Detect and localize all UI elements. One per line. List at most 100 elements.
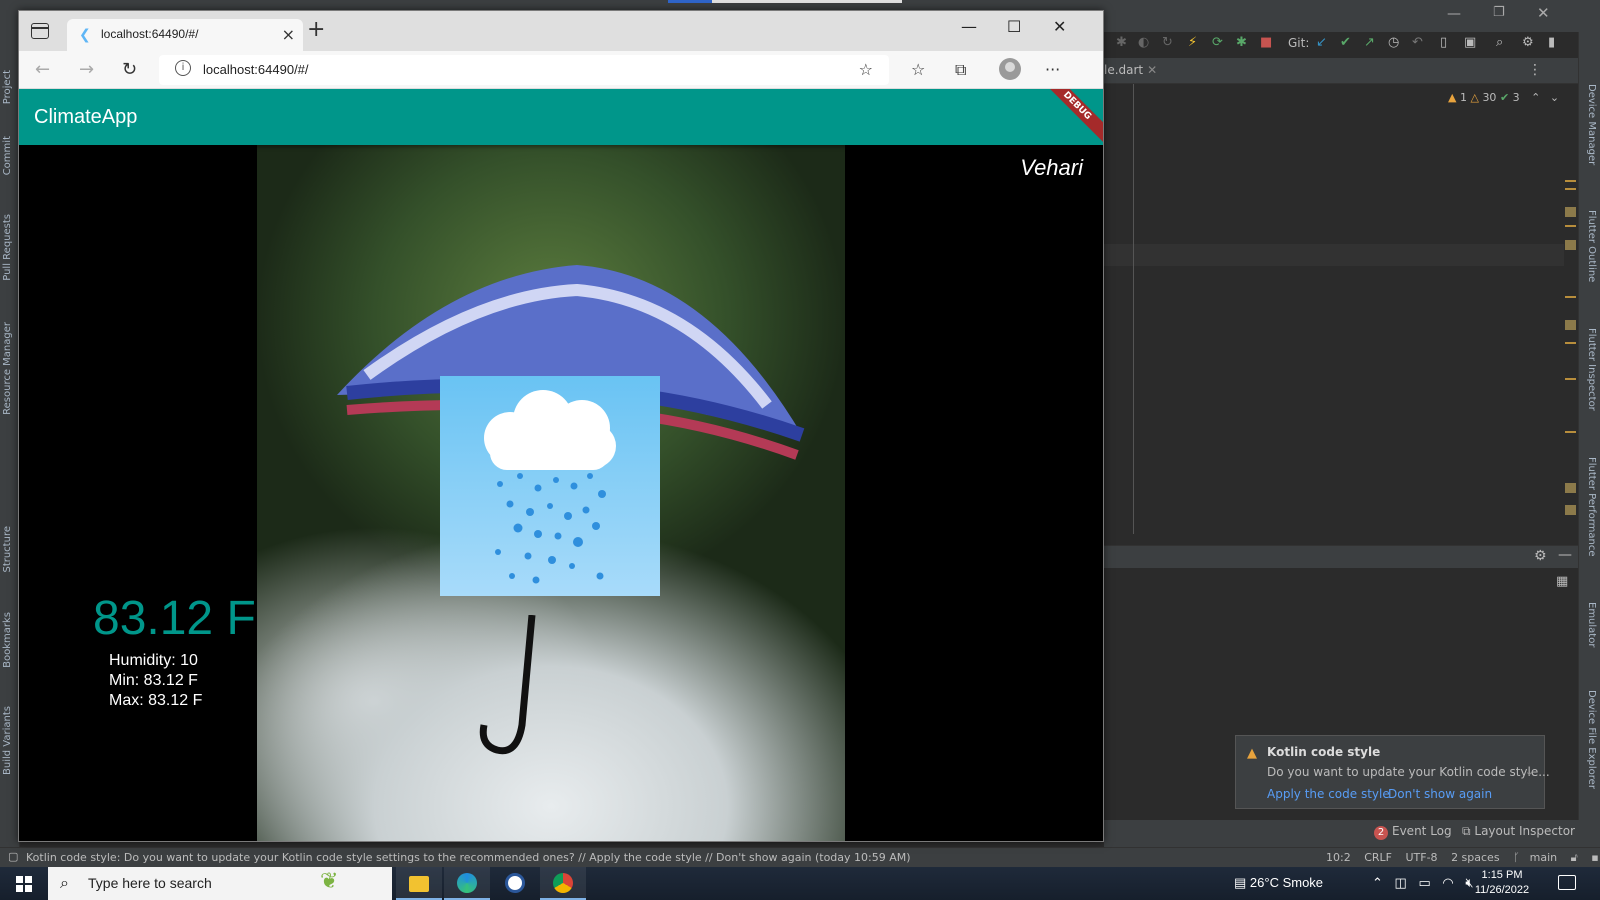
minimize-icon[interactable]: — [961, 17, 977, 36]
tab-actions-icon[interactable] [31, 23, 49, 39]
chrome-app[interactable] [540, 867, 586, 900]
maximize-icon[interactable]: ☐ [1007, 17, 1021, 36]
search-everywhere-icon[interactable]: ⌕ [1496, 35, 1503, 51]
git-branch[interactable]: main [1530, 851, 1557, 864]
caret-position[interactable]: 10:2 [1326, 851, 1351, 864]
hide-panel-icon[interactable]: — [1558, 547, 1572, 563]
tool-tab-structure[interactable]: Structure [2, 526, 18, 573]
prev-issue-icon[interactable]: ⌃ [1531, 91, 1540, 104]
meet-now-icon[interactable]: ◫ [1395, 875, 1407, 890]
wifi-icon[interactable]: ◠ [1442, 875, 1453, 890]
start-button[interactable] [16, 876, 32, 892]
tool-tab-flutter-outline[interactable]: Flutter Outline [1583, 210, 1597, 282]
next-issue-icon[interactable]: ⌄ [1550, 91, 1559, 104]
restore-icon[interactable]: ❐ [1493, 5, 1505, 20]
edge-app[interactable] [444, 867, 490, 900]
file-explorer-app[interactable] [396, 867, 442, 900]
taskbar-search-box[interactable]: ⌕ Type here to search ❦ [48, 867, 392, 900]
coverage-icon[interactable]: ↻ [1162, 35, 1173, 51]
more-menu-icon[interactable]: ··· [1045, 60, 1060, 79]
tool-tab-build-variants[interactable]: Build Variants [2, 706, 18, 775]
windows-taskbar: ⌕ Type here to search ❦ ▤ 26°C Smoke ⌃ ◫… [0, 867, 1600, 900]
tool-tab-flutter-performance[interactable]: Flutter Performance [1583, 457, 1597, 557]
inspection-widget[interactable]: ▲ 1 △ 30 ✔ 3 ⌃ ⌄ [1448, 91, 1559, 104]
tool-tab-device-manager[interactable]: Device Manager [1583, 84, 1597, 165]
layout-icon[interactable]: ▦ [1556, 574, 1568, 589]
debug-icon[interactable]: ✱ [1116, 35, 1127, 51]
reload-icon[interactable]: ↻ [122, 59, 137, 80]
close-icon[interactable]: ✕ [1537, 4, 1550, 22]
new-tab-icon[interactable]: + [307, 17, 325, 42]
hot-restart-icon[interactable]: ⟳ [1212, 35, 1223, 51]
more-tabs-icon[interactable]: ⋮ [1528, 62, 1542, 78]
notification-center-icon[interactable] [1558, 875, 1576, 890]
apply-code-style-link[interactable]: Apply the code style [1267, 787, 1390, 801]
editor-tab-file[interactable]: le.dart ✕ [1104, 63, 1157, 77]
battery-icon[interactable]: ▭ [1418, 875, 1430, 890]
settings-icon[interactable]: ⚙ [1534, 548, 1547, 564]
assistant-icon[interactable]: ▮ [1548, 35, 1555, 51]
indent-setting[interactable]: 2 spaces [1451, 851, 1500, 864]
favorites-icon[interactable]: ☆ [911, 60, 925, 79]
tab-title: localhost:64490/#/ [101, 27, 199, 41]
address-bar[interactable]: i localhost:64490/#/ ☆ [159, 55, 889, 85]
tool-tab-device-file-explorer[interactable]: Device File Explorer [1583, 690, 1597, 789]
git-branch-icon: ᚴ [1513, 851, 1520, 864]
minimize-icon[interactable]: — [1447, 6, 1461, 22]
clock-time: 1:15 PM [1481, 869, 1523, 881]
tool-tab-resource-manager[interactable]: Resource Manager [2, 322, 18, 415]
sdk-icon[interactable]: ▣ [1464, 35, 1476, 51]
scroll-marker [1565, 188, 1576, 190]
attach-debugger-icon[interactable]: ✱ [1236, 35, 1247, 51]
line-separator[interactable]: CRLF [1364, 851, 1392, 864]
tool-tab-commit[interactable]: Commit [2, 136, 18, 175]
git-label: Git: [1288, 36, 1310, 50]
forward-icon[interactable]: → [79, 59, 94, 80]
device-icon[interactable]: ▯ [1440, 35, 1447, 51]
site-info-icon[interactable]: i [175, 60, 191, 76]
git-update-icon[interactable]: ↙ [1316, 35, 1327, 51]
folder-icon [409, 876, 429, 892]
scroll-marker [1565, 505, 1576, 515]
code-editor[interactable] [1104, 84, 1578, 534]
rollback-icon[interactable]: ↶ [1412, 35, 1423, 51]
back-icon[interactable]: ← [35, 59, 50, 80]
event-log-button[interactable]: 2 Event Log [1374, 824, 1452, 840]
weather-widget[interactable]: ▤ 26°C Smoke [1234, 875, 1323, 891]
status-panel-icon[interactable]: ▢ [8, 850, 18, 863]
status-message[interactable]: Kotlin code style: Do you want to update… [26, 851, 911, 864]
stop-icon[interactable]: ■ [1260, 35, 1272, 51]
lock-icon[interactable]: 🔓︎ [1571, 851, 1578, 864]
tool-tab-project[interactable]: Project [2, 70, 18, 104]
scroll-marker [1565, 378, 1576, 380]
show-hidden-icons-icon[interactable]: ⌃ [1372, 875, 1383, 890]
close-tab-icon[interactable]: ✕ [1147, 63, 1157, 77]
close-tab-icon[interactable]: × [282, 25, 295, 44]
settings-icon[interactable]: ⚙ [1522, 35, 1534, 51]
tool-tab-bookmarks[interactable]: Bookmarks [2, 612, 18, 668]
git-push-icon[interactable]: ↗ [1364, 35, 1375, 51]
git-commit-icon[interactable]: ✔ [1340, 35, 1351, 51]
tool-tab-pull-requests[interactable]: Pull Requests [2, 214, 18, 281]
system-clock[interactable]: 1:15 PM 11/26/2022 [1470, 868, 1534, 898]
expand-chevron-icon[interactable]: ⌄ [1525, 765, 1534, 778]
word-app[interactable] [492, 867, 538, 900]
layout-inspector-button[interactable]: ⧉ Layout Inspector [1462, 824, 1575, 839]
tool-tab-flutter-inspector[interactable]: Flutter Inspector [1583, 328, 1597, 411]
hot-reload-icon[interactable]: ⚡ [1188, 35, 1197, 51]
profile-icon[interactable]: ◐ [1138, 35, 1149, 51]
close-icon[interactable]: ✕ [1053, 17, 1066, 36]
url-text[interactable]: localhost:64490/#/ [203, 62, 309, 77]
memory-icon[interactable]: ▪ [1591, 851, 1598, 864]
profile-avatar[interactable] [999, 58, 1021, 80]
dont-show-again-link[interactable]: Don't show again [1388, 787, 1492, 801]
edge-icon [457, 873, 477, 893]
tool-tab-emulator[interactable]: Emulator [1583, 602, 1597, 647]
browser-tab[interactable]: ❮ localhost:64490/#/ × [67, 19, 303, 51]
collections-icon[interactable]: ⧉ [955, 60, 966, 80]
file-encoding[interactable]: UTF-8 [1405, 851, 1437, 864]
editor-tab-label: le.dart [1104, 63, 1144, 77]
title-indicator [712, 0, 902, 3]
history-icon[interactable]: ◷ [1388, 35, 1399, 51]
add-favorite-icon[interactable]: ☆ [859, 60, 873, 79]
